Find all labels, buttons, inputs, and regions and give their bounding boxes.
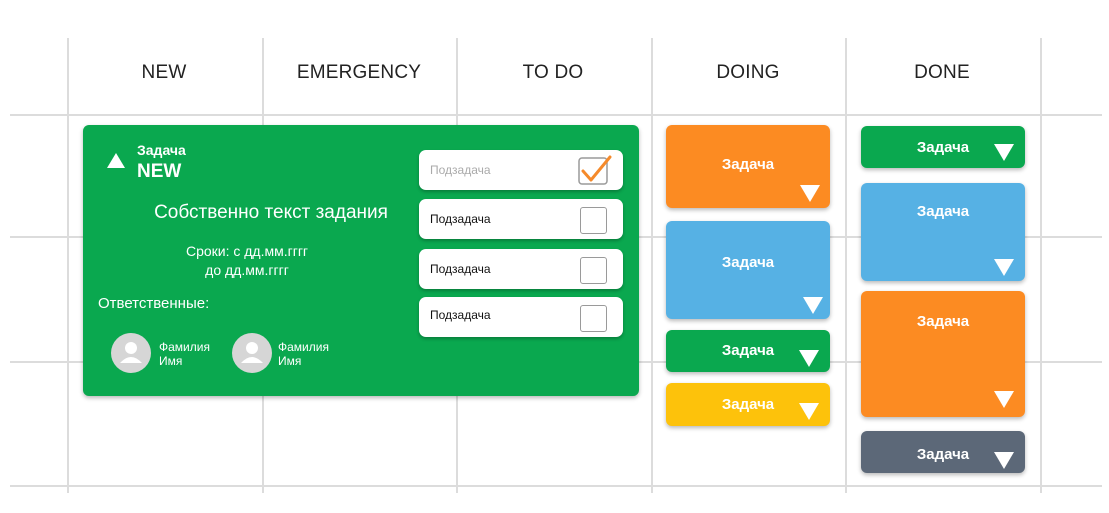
grid-line	[845, 38, 847, 493]
person-last-name: Фамилия	[278, 340, 329, 354]
person-first-name: Имя	[278, 354, 302, 368]
subtask-label: Подзадача	[430, 262, 491, 276]
task-card-done[interactable]: Задача	[861, 183, 1025, 281]
task-card-done[interactable]: Задача	[861, 431, 1025, 473]
task-status: NEW	[137, 161, 182, 182]
task-card-doing[interactable]: Задача	[666, 330, 830, 372]
checkmark-icon	[578, 155, 612, 185]
task-deadline-start: Сроки: с дд.мм.гггг	[185, 243, 309, 259]
column-header-emergency: EMERGENCY	[296, 62, 422, 83]
subtask-label: Подзадача	[430, 163, 491, 177]
person-first-name: Имя	[159, 354, 183, 368]
grid-line	[1040, 38, 1042, 493]
person-name: Фамилия Имя	[159, 340, 210, 368]
responsible-label: Ответственные:	[98, 295, 210, 312]
task-card-label: Задача	[916, 313, 970, 330]
column-header-todo: TO DO	[522, 62, 584, 83]
task-card-doing[interactable]: Задача	[666, 383, 830, 426]
person-last-name: Фамилия	[159, 340, 210, 354]
task-card-label: Задача	[916, 203, 970, 220]
expand-icon[interactable]	[799, 403, 819, 420]
subtask-checkbox-checked[interactable]	[577, 152, 613, 186]
user-avatar-icon[interactable]	[111, 333, 151, 373]
column-header-new: NEW	[141, 62, 187, 83]
person-name: Фамилия Имя	[278, 340, 329, 368]
subtask-checkbox[interactable]	[580, 207, 607, 234]
grid-line	[651, 38, 653, 493]
expand-icon[interactable]	[803, 297, 823, 314]
task-card-done[interactable]: Задача	[861, 126, 1025, 168]
expand-icon[interactable]	[799, 350, 819, 367]
subtask-checkbox[interactable]	[580, 305, 607, 332]
subtask-checkbox[interactable]	[580, 257, 607, 284]
expand-icon[interactable]	[994, 259, 1014, 276]
column-header-doing: DOING	[716, 62, 780, 83]
grid-line	[10, 485, 1102, 487]
task-card-done[interactable]: Задача	[861, 291, 1025, 417]
expand-icon[interactable]	[994, 391, 1014, 408]
expand-icon[interactable]	[800, 185, 820, 202]
subtask-item[interactable]: Подзадача	[419, 249, 623, 289]
expand-icon[interactable]	[994, 144, 1014, 161]
subtask-item[interactable]: Подзадача	[419, 199, 623, 239]
task-card-doing[interactable]: Задача	[666, 125, 830, 208]
grid-line	[10, 114, 1102, 116]
subtask-label: Подзадача	[430, 308, 491, 322]
collapse-icon[interactable]	[107, 153, 125, 168]
task-title: Задача	[137, 142, 186, 158]
task-card-label: Задача	[721, 156, 775, 173]
task-card-label: Задача	[721, 254, 775, 271]
expand-icon[interactable]	[994, 452, 1014, 469]
column-header-done: DONE	[914, 62, 970, 83]
task-description: Собственно текст задания	[154, 202, 388, 223]
task-deadline-end: до дд.мм.гггг	[205, 262, 289, 278]
grid-line	[67, 38, 69, 493]
subtask-label: Подзадача	[430, 212, 491, 226]
user-avatar-icon[interactable]	[232, 333, 272, 373]
subtask-item[interactable]: Подзадача	[419, 297, 623, 337]
subtask-item[interactable]: Подзадача	[419, 150, 623, 190]
task-card-expanded[interactable]: Задача NEW Собственно текст задания Срок…	[83, 125, 639, 396]
task-card-doing[interactable]: Задача	[666, 221, 830, 319]
